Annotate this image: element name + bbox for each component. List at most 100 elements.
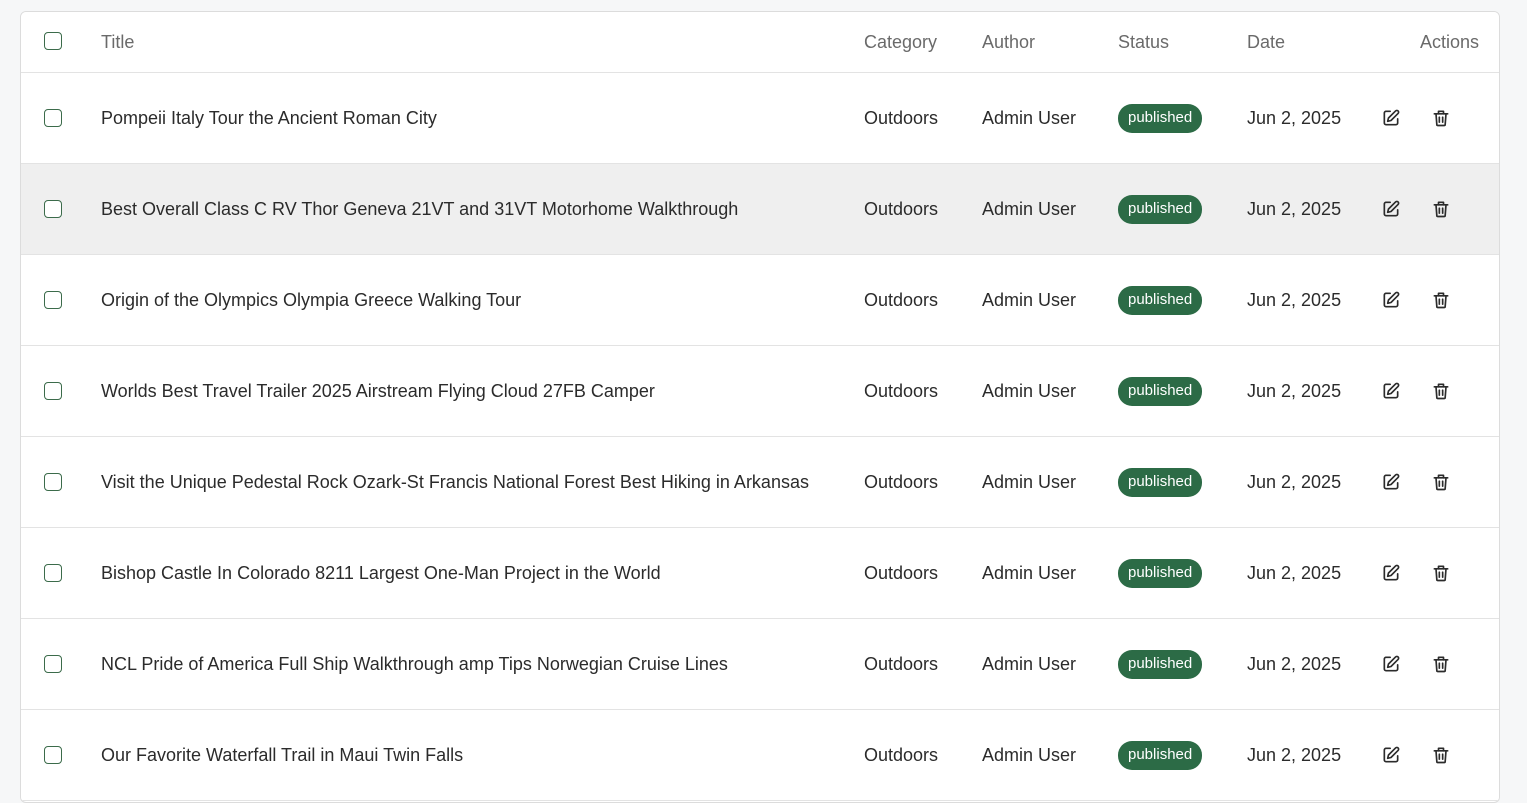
- row-checkbox[interactable]: [44, 109, 62, 127]
- column-header-category[interactable]: Category: [864, 12, 974, 72]
- table-row[interactable]: Pompeii Italy Tour the Ancient Roman Cit…: [21, 73, 1499, 164]
- edit-icon: [1383, 473, 1400, 490]
- status-badge: published: [1118, 376, 1203, 406]
- status-cell: published: [1118, 255, 1238, 345]
- row-actions: [1381, 528, 1479, 618]
- column-header-actions: Actions: [1419, 31, 1479, 52]
- delete-button[interactable]: [1430, 107, 1452, 129]
- row-select-cell: [41, 437, 65, 527]
- table-header: Title Category Author Status Date Action…: [21, 12, 1499, 73]
- trash-icon: [1433, 747, 1449, 764]
- table-row[interactable]: Visit the Unique Pedestal Rock Ozark-St …: [21, 437, 1499, 528]
- post-category: Outdoors: [864, 562, 939, 583]
- row-checkbox[interactable]: [44, 655, 62, 673]
- status-badge: published: [1118, 285, 1203, 315]
- post-category: Outdoors: [864, 471, 939, 492]
- post-category: Outdoors: [864, 380, 939, 401]
- post-category: Outdoors: [864, 653, 939, 674]
- table-row[interactable]: Worlds Best Travel Trailer 2025 Airstrea…: [21, 346, 1499, 437]
- post-category: Outdoors: [864, 289, 939, 310]
- row-checkbox[interactable]: [44, 564, 62, 582]
- table-row[interactable]: Origin of the Olympics Olympia Greece Wa…: [21, 255, 1499, 346]
- delete-button[interactable]: [1430, 653, 1452, 675]
- row-checkbox[interactable]: [44, 200, 62, 218]
- column-header-date[interactable]: Date: [1247, 12, 1367, 72]
- edit-button[interactable]: [1380, 744, 1402, 766]
- post-title[interactable]: Origin of the Olympics Olympia Greece Wa…: [101, 255, 861, 345]
- table-row[interactable]: Our Favorite Waterfall Trail in Maui Twi…: [21, 710, 1499, 801]
- row-actions: [1381, 164, 1479, 254]
- status-badge: published: [1118, 558, 1203, 588]
- post-author: Admin User: [982, 107, 1077, 128]
- edit-icon: [1383, 564, 1400, 581]
- post-title[interactable]: Best Overall Class C RV Thor Geneva 21VT…: [101, 164, 861, 254]
- status-cell: published: [1118, 437, 1238, 527]
- status-badge: published: [1118, 467, 1203, 497]
- row-select-cell: [41, 73, 65, 163]
- post-date: Jun 2, 2025: [1247, 653, 1342, 674]
- row-checkbox[interactable]: [44, 746, 62, 764]
- status-cell: published: [1118, 619, 1238, 709]
- post-title[interactable]: Our Favorite Waterfall Trail in Maui Twi…: [101, 710, 861, 800]
- row-select-cell: [41, 528, 65, 618]
- post-date: Jun 2, 2025: [1247, 380, 1342, 401]
- table-row[interactable]: Bishop Castle In Colorado 8211 Largest O…: [21, 528, 1499, 619]
- row-select-cell: [41, 255, 65, 345]
- select-all-checkbox[interactable]: [44, 32, 62, 50]
- post-date: Jun 2, 2025: [1247, 289, 1342, 310]
- row-checkbox[interactable]: [44, 473, 62, 491]
- delete-button[interactable]: [1430, 562, 1452, 584]
- post-title[interactable]: Pompeii Italy Tour the Ancient Roman Cit…: [101, 73, 861, 163]
- delete-button[interactable]: [1430, 471, 1452, 493]
- column-header-status[interactable]: Status: [1118, 12, 1238, 72]
- post-author: Admin User: [982, 562, 1077, 583]
- post-author: Admin User: [982, 380, 1077, 401]
- row-select-cell: [41, 710, 65, 800]
- trash-icon: [1433, 201, 1449, 218]
- trash-icon: [1433, 474, 1449, 491]
- edit-button[interactable]: [1380, 289, 1402, 311]
- status-badge: published: [1118, 740, 1203, 770]
- table-row[interactable]: Best Overall Class C RV Thor Geneva 21VT…: [21, 164, 1499, 255]
- status-cell: published: [1118, 73, 1238, 163]
- edit-button[interactable]: [1380, 471, 1402, 493]
- row-checkbox[interactable]: [44, 382, 62, 400]
- post-title[interactable]: Visit the Unique Pedestal Rock Ozark-St …: [101, 437, 861, 527]
- column-header-title[interactable]: Title: [101, 12, 861, 72]
- post-date: Jun 2, 2025: [1247, 198, 1342, 219]
- table-body: Pompeii Italy Tour the Ancient Roman Cit…: [21, 73, 1499, 801]
- edit-button[interactable]: [1380, 198, 1402, 220]
- post-category: Outdoors: [864, 198, 939, 219]
- status-cell: published: [1118, 346, 1238, 436]
- table-row[interactable]: NCL Pride of America Full Ship Walkthrou…: [21, 619, 1499, 710]
- status-badge: published: [1118, 649, 1203, 679]
- post-author: Admin User: [982, 653, 1077, 674]
- edit-icon: [1383, 200, 1400, 217]
- post-date: Jun 2, 2025: [1247, 107, 1342, 128]
- row-actions: [1381, 437, 1479, 527]
- post-title[interactable]: Bishop Castle In Colorado 8211 Largest O…: [101, 528, 861, 618]
- trash-icon: [1433, 565, 1449, 582]
- post-title[interactable]: NCL Pride of America Full Ship Walkthrou…: [101, 619, 861, 709]
- delete-button[interactable]: [1430, 380, 1452, 402]
- delete-button[interactable]: [1430, 198, 1452, 220]
- edit-button[interactable]: [1380, 380, 1402, 402]
- status-badge: published: [1118, 194, 1203, 224]
- edit-button[interactable]: [1380, 562, 1402, 584]
- edit-icon: [1383, 746, 1400, 763]
- post-category: Outdoors: [864, 107, 939, 128]
- post-author: Admin User: [982, 471, 1077, 492]
- row-checkbox[interactable]: [44, 291, 62, 309]
- edit-button[interactable]: [1380, 653, 1402, 675]
- row-actions: [1381, 255, 1479, 345]
- column-header-author[interactable]: Author: [982, 12, 1108, 72]
- delete-button[interactable]: [1430, 744, 1452, 766]
- delete-button[interactable]: [1430, 289, 1452, 311]
- status-cell: published: [1118, 164, 1238, 254]
- edit-button[interactable]: [1380, 107, 1402, 129]
- post-title[interactable]: Worlds Best Travel Trailer 2025 Airstrea…: [101, 346, 861, 436]
- post-date: Jun 2, 2025: [1247, 744, 1342, 765]
- edit-icon: [1383, 109, 1400, 126]
- select-all-cell: [41, 12, 65, 72]
- status-badge: published: [1118, 103, 1203, 133]
